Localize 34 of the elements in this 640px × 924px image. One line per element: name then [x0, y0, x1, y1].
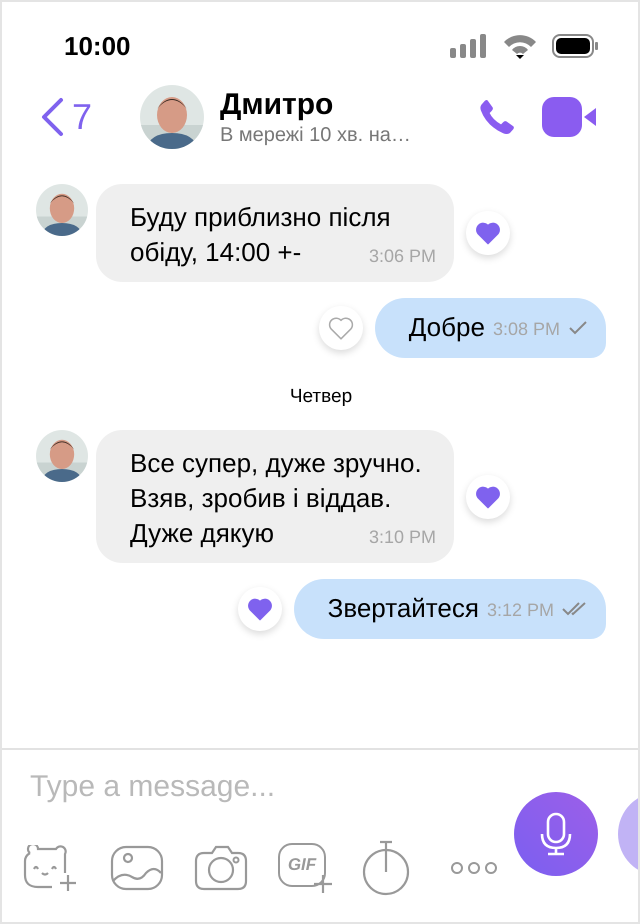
gif-button[interactable]: GIF [278, 843, 332, 893]
plus-icon [314, 875, 332, 893]
image-icon[interactable] [110, 845, 164, 891]
message-time: 3:10 PM [368, 526, 436, 549]
heart-icon[interactable] [246, 597, 273, 621]
message-text: Добре [408, 311, 485, 344]
microphone-icon [539, 812, 573, 856]
message-time: 3:06 PM [368, 245, 436, 268]
contact-status: В мережі 10 хв. на… [220, 124, 411, 146]
back-button[interactable]: 7 [40, 96, 140, 138]
date-separator: Четвер [288, 386, 354, 408]
more-icon[interactable] [450, 861, 498, 875]
camera-icon[interactable] [194, 845, 248, 891]
heart-icon[interactable] [475, 484, 501, 508]
message-time: 3:12 PM [486, 599, 554, 622]
chevron-left-icon [40, 97, 64, 137]
status-time: 10:00 [64, 30, 130, 62]
reaction-button[interactable] [466, 211, 510, 255]
wifi-icon [502, 33, 538, 59]
heart-icon[interactable] [328, 316, 354, 340]
heart-icon[interactable] [475, 221, 501, 245]
battery-icon [552, 34, 598, 58]
reaction-button[interactable] [238, 587, 282, 631]
signal-icon [450, 34, 488, 58]
contact-name: Дмитро [220, 88, 334, 122]
message-bubble: Все супер, дуже зручно. Взяв, зробив і віддав. Дуже дякую 3:10 PM [96, 430, 454, 563]
message-bubble: Буду приблизно після обіду, 14:00 +- 3:06 PM [96, 184, 454, 282]
gif-label: GIF [278, 843, 326, 887]
timer-icon[interactable] [362, 840, 410, 896]
reaction-button[interactable] [466, 474, 510, 518]
message-time: 3:08 PM [492, 318, 560, 341]
message-text: Звертайтеся [328, 592, 479, 625]
reaction-button[interactable] [318, 306, 363, 350]
video-call-icon[interactable] [542, 97, 598, 137]
